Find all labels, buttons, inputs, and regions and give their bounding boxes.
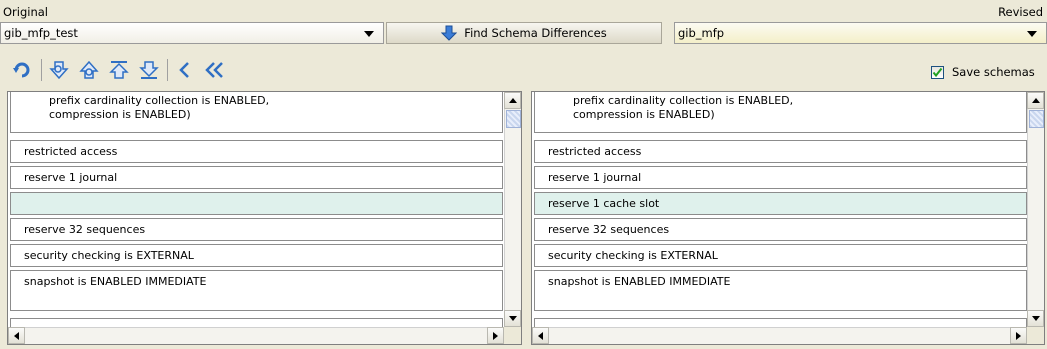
list-item[interactable]: restricted access [534, 140, 1027, 163]
next-difference-button[interactable] [46, 58, 71, 82]
scroll-up-button[interactable] [1027, 92, 1044, 109]
revised-rows: prefix cardinality collection is ENABLED… [532, 92, 1029, 327]
save-schemas-label: Save schemas [952, 65, 1035, 79]
find-schema-differences-button[interactable]: Find Schema Differences [386, 22, 662, 44]
toolbar [10, 57, 232, 83]
list-item[interactable] [10, 318, 503, 327]
scroll-corner [1027, 327, 1044, 344]
scroll-thumb[interactable] [506, 110, 521, 128]
vertical-scrollbar[interactable] [504, 92, 521, 327]
original-schema-select[interactable]: gib_mfp_test [0, 22, 384, 44]
row-text: restricted access [548, 145, 642, 158]
arrow-down-icon [508, 316, 517, 321]
scroll-right-button[interactable] [487, 327, 504, 344]
undo-icon [12, 62, 29, 78]
list-item[interactable]: prefix cardinality collection is ENABLED… [534, 92, 1027, 133]
row-text: snapshot is ENABLED IMMEDIATE [24, 275, 207, 288]
horizontal-scrollbar[interactable] [8, 327, 521, 344]
horizontal-scrollbar[interactable] [532, 327, 1044, 344]
row-text: restricted access [24, 145, 118, 158]
scroll-left-button[interactable] [8, 327, 25, 344]
revised-schema-panel[interactable]: prefix cardinality collection is ENABLED… [531, 91, 1045, 345]
save-schemas-checkbox[interactable] [931, 66, 944, 79]
undo-button[interactable] [10, 58, 35, 82]
arrow-right-icon [493, 331, 498, 340]
revised-label: Revised [998, 5, 1043, 19]
changed-row[interactable] [10, 192, 503, 215]
chevron-down-icon[interactable] [364, 31, 374, 37]
scroll-corner [504, 327, 521, 344]
scroll-left-button[interactable] [532, 327, 549, 344]
first-difference-button[interactable] [106, 58, 131, 82]
list-item[interactable]: reserve 32 sequences [10, 218, 503, 241]
revised-schema-value: gib_mfp [678, 26, 725, 40]
last-difference-button[interactable] [136, 58, 161, 82]
row-text: prefix cardinality collection is ENABLED… [49, 94, 270, 107]
row-text: reserve 1 cache slot [548, 197, 660, 210]
scroll-thumb[interactable] [1029, 110, 1044, 128]
next-difference-icon [48, 61, 69, 80]
chevron-down-icon[interactable] [1027, 31, 1037, 37]
scroll-up-button[interactable] [504, 92, 521, 109]
changed-row[interactable]: reserve 1 cache slot [534, 192, 1027, 215]
list-item[interactable]: reserve 1 journal [534, 166, 1027, 189]
checkmark-icon [932, 67, 943, 78]
row-text: reserve 1 journal [24, 171, 118, 184]
row-text: reserve 32 sequences [24, 223, 146, 236]
previous-difference-button[interactable] [76, 58, 101, 82]
toolbar-separator [167, 59, 168, 81]
list-item[interactable]: security checking is EXTERNAL [534, 244, 1027, 267]
find-schema-differences-label: Find Schema Differences [464, 26, 607, 40]
original-label: Original [3, 5, 49, 19]
list-item[interactable]: snapshot is ENABLED IMMEDIATE [534, 270, 1027, 311]
row-text: security checking is EXTERNAL [24, 249, 194, 262]
arrow-down-icon [1031, 316, 1040, 321]
list-item[interactable] [534, 318, 1027, 327]
arrow-right-icon [1016, 331, 1021, 340]
arrow-left-icon [14, 331, 19, 340]
vertical-scrollbar[interactable] [1027, 92, 1044, 327]
copy-all-left-icon [204, 62, 223, 78]
scroll-right-button[interactable] [1010, 327, 1027, 344]
original-rows: prefix cardinality collection is ENABLED… [8, 92, 505, 327]
list-item[interactable]: reserve 32 sequences [534, 218, 1027, 241]
row-text: snapshot is ENABLED IMMEDIATE [548, 275, 731, 288]
copy-left-button[interactable] [172, 58, 197, 82]
row-text: security checking is EXTERNAL [548, 249, 718, 262]
copy-left-icon [178, 62, 189, 78]
list-item[interactable]: prefix cardinality collection is ENABLED… [10, 92, 503, 133]
arrow-down-icon [441, 25, 458, 41]
list-item[interactable]: security checking is EXTERNAL [10, 244, 503, 267]
row-text: prefix cardinality collection is ENABLED… [573, 94, 794, 107]
scroll-down-button[interactable] [1027, 310, 1044, 327]
row-text: reserve 1 journal [548, 171, 642, 184]
list-item[interactable]: restricted access [10, 140, 503, 163]
list-item[interactable]: reserve 1 journal [10, 166, 503, 189]
last-difference-icon [138, 61, 159, 79]
toolbar-separator [41, 59, 42, 81]
row-text: compression is ENABLED) [49, 108, 191, 121]
previous-difference-icon [78, 60, 99, 79]
revised-schema-select[interactable]: gib_mfp [674, 22, 1047, 44]
original-schema-value: gib_mfp_test [4, 26, 78, 40]
original-schema-panel[interactable]: prefix cardinality collection is ENABLED… [7, 91, 522, 345]
arrow-left-icon [538, 331, 543, 340]
first-difference-icon [108, 61, 129, 79]
arrow-up-icon [508, 98, 517, 103]
copy-all-left-button[interactable] [202, 58, 227, 82]
arrow-up-icon [1031, 98, 1040, 103]
list-item[interactable]: snapshot is ENABLED IMMEDIATE [10, 270, 503, 311]
scroll-down-button[interactable] [504, 310, 521, 327]
row-text: reserve 32 sequences [548, 223, 670, 236]
row-text: compression is ENABLED) [573, 108, 715, 121]
